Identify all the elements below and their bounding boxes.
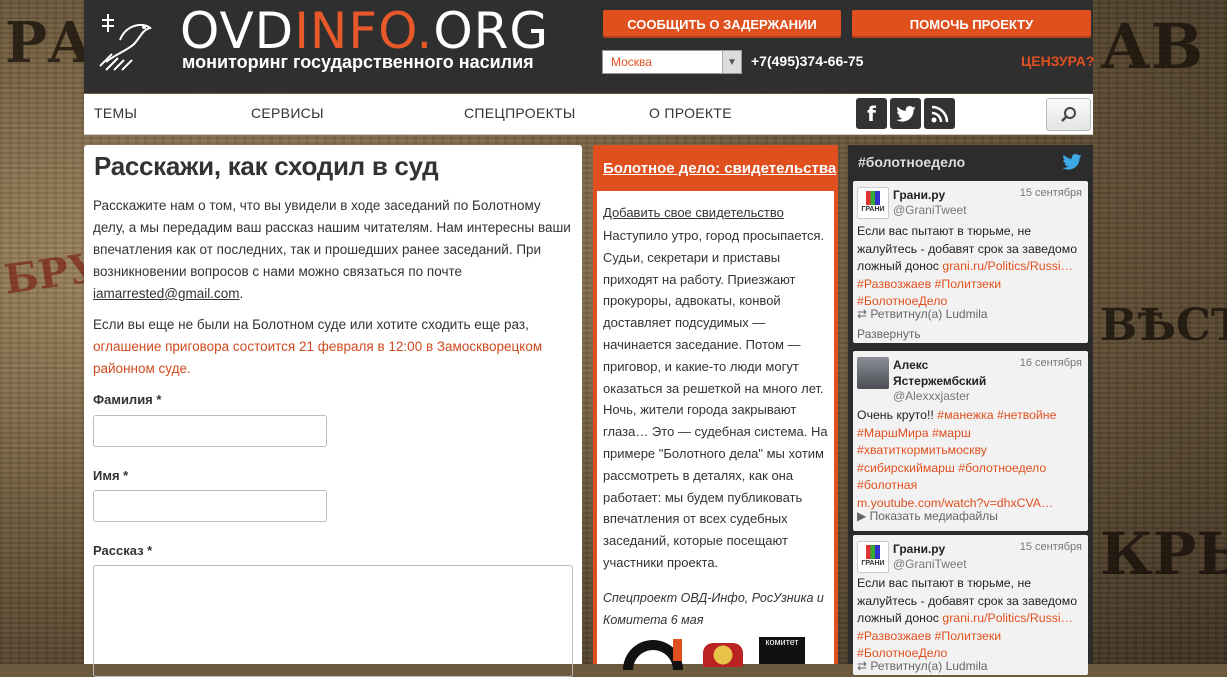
twitter-bird-icon[interactable] [1062, 154, 1082, 170]
rss-icon[interactable] [924, 98, 955, 129]
retweet-text: Ретвитнул(а) Ludmila [870, 307, 988, 321]
rosuznik-emblem-logo[interactable] [703, 643, 743, 667]
report-detention-button[interactable]: СООБЩИТЬ О ЗАДЕРЖАНИИ [603, 10, 841, 38]
avatar-label: ГРАНИ [861, 206, 885, 213]
intro-paragraph: Расскажите нам о том, что вы увидели в х… [93, 195, 573, 305]
nav-item-about[interactable]: О ПРОЕКТЕ [649, 105, 732, 121]
city-select[interactable]: Москва ▼ [602, 50, 742, 74]
main-navigation: ТЕМЫ СЕРВИСЫ СПЕЦПРОЕКТЫ О ПРОЕКТЕ f [84, 94, 1093, 135]
name-label: Имя * [93, 468, 129, 483]
show-media-link[interactable]: ▶ Показать медиафайлы [857, 509, 998, 523]
site-header: OVDINFO.ORG мониторинг государственного … [84, 0, 1094, 93]
tweet-hashtags[interactable]: #Развозжаев #Политзеки #БолотноеДело [857, 629, 1001, 661]
contact-email-link[interactable]: iamarrested@gmail.com [93, 286, 240, 301]
court-info-paragraph: Если вы еще не были на Болотном суде или… [93, 314, 573, 380]
page-title: Расскажи, как сходил в суд [94, 151, 439, 181]
bolotnoe-testimonies-panel: Болотное дело: свидетельства Добавить св… [593, 145, 838, 670]
avatar[interactable] [857, 357, 889, 389]
intro-text: Расскажите нам о том, что вы увидели в х… [93, 198, 571, 279]
intro-text-end: . [239, 286, 244, 301]
panel-description: Наступило утро, город просыпается. Судьи… [603, 228, 828, 570]
tweet-text: Очень круто!! #манежка #нетвойне #МаршМи… [857, 407, 1085, 512]
retweet-icon: ⇄ [857, 307, 871, 321]
tweet-link[interactable]: grani.ru/Politics/Russi… [942, 259, 1073, 273]
nav-item-special-projects[interactable]: СПЕЦПРОЕКТЫ [464, 105, 576, 121]
tweet[interactable]: Алекс Ястержембский @Alexxxjaster 16 сен… [853, 351, 1088, 531]
help-project-button[interactable]: ПОМОЧЬ ПРОЕКТУ [852, 10, 1091, 38]
retweet-text: Ретвитнул(а) Ludmila [870, 659, 988, 673]
tweet-hashtags[interactable]: #Развозжаев #Политзеки #БолотноеДело [857, 277, 1001, 309]
ovdinfo-logo-accent [673, 639, 682, 661]
panel-title-link[interactable]: Болотное дело: свидетельства [603, 160, 836, 177]
show-media-text: Показать медиафайлы [869, 509, 998, 523]
tweet-link[interactable]: m.youtube.com/watch?v=dhxCVA… [857, 496, 1053, 510]
committee-6-may-logo[interactable]: комитет [759, 637, 805, 664]
tweet-text: Если вас пытают в тюрьме, не жалуйтесь -… [857, 223, 1085, 311]
search-button[interactable] [1046, 98, 1091, 131]
tweet-author-handle[interactable]: @GraniTweet [893, 203, 967, 217]
media-icon: ▶ [857, 509, 870, 523]
nav-item-topics[interactable]: ТЕМЫ [94, 105, 137, 121]
tweet-author-name[interactable]: Алекс Ястержембский [893, 357, 1013, 389]
avatar-label: ГРАНИ [861, 560, 885, 567]
tweet-date[interactable]: 15 сентября [1020, 187, 1082, 199]
tweet[interactable]: ГРАНИ Грани.ру @GraniTweet 15 сентября Е… [853, 535, 1088, 675]
surname-field[interactable] [93, 415, 327, 447]
tweet[interactable]: ГРАНИ Грани.ру @GraniTweet 15 сентября Е… [853, 181, 1088, 343]
court-info-text: Если вы еще не были на Болотном суде или… [93, 317, 529, 332]
hotline-phone[interactable]: +7(495)374-66-75 [751, 53, 863, 69]
newspaper-fragment: ВѢСТ [1100, 300, 1227, 351]
tweet-author-handle[interactable]: @Alexxxjaster [893, 389, 970, 403]
retweet-icon: ⇄ [857, 659, 871, 673]
tweet-body: Очень круто!! [857, 408, 938, 422]
retweet-info: ⇄ Ретвитнул(а) Ludmila [857, 659, 988, 673]
newspaper-fragment: КРЫ [1100, 520, 1227, 588]
censorship-link[interactable]: ЦЕНЗУРА? [1021, 53, 1094, 69]
tweet-date[interactable]: 16 сентября [1020, 357, 1082, 369]
twitter-icon[interactable] [890, 98, 921, 129]
nav-item-services[interactable]: СЕРВИСЫ [251, 105, 324, 121]
verdict-announcement-text: оглашение приговора состоится 21 февраля… [93, 339, 543, 376]
twitter-widget-hashtag[interactable]: #болотноедело [858, 154, 965, 170]
chevron-down-icon[interactable]: ▼ [722, 51, 741, 73]
avatar[interactable]: ГРАНИ [857, 187, 889, 219]
avatar[interactable]: ГРАНИ [857, 541, 889, 573]
project-credit: Спецпроект ОВД-Инфо, РосУзника и Комитет… [603, 591, 824, 627]
panel-header: Болотное дело: свидетельства [593, 145, 838, 191]
tweet-link[interactable]: grani.ru/Politics/Russi… [942, 611, 1073, 625]
site-tagline: мониторинг государственного насилия [182, 52, 534, 72]
search-icon [1060, 106, 1076, 122]
tweet-date[interactable]: 15 сентября [1020, 541, 1082, 553]
newspaper-fragment: АВ [1100, 10, 1203, 83]
main-article: Расскажи, как сходил в суд Расскажите на… [84, 145, 582, 677]
tweet-text: Если вас пытают в тюрьме, не жалуйтесь -… [857, 575, 1085, 663]
story-label: Рассказ * [93, 543, 153, 558]
tweet-author-handle[interactable]: @GraniTweet [893, 557, 967, 571]
twitter-widget: #болотноедело ГРАНИ Грани.ру @GraniTweet… [848, 145, 1093, 675]
facebook-icon[interactable]: f [856, 98, 887, 129]
name-field[interactable] [93, 490, 327, 522]
city-select-value: Москва [611, 55, 652, 69]
expand-tweet-link[interactable]: Развернуть [857, 327, 921, 341]
surname-label: Фамилия * [93, 392, 162, 407]
tweet-author-name[interactable]: Грани.ру [893, 187, 945, 203]
logo-bird-icon[interactable] [92, 10, 156, 74]
retweet-info: ⇄ Ретвитнул(а) Ludmila [857, 307, 988, 321]
tweet-author-name[interactable]: Грани.ру [893, 541, 945, 557]
add-testimony-link[interactable]: Добавить свое свидетельство [603, 205, 784, 220]
story-textarea[interactable] [93, 565, 573, 677]
